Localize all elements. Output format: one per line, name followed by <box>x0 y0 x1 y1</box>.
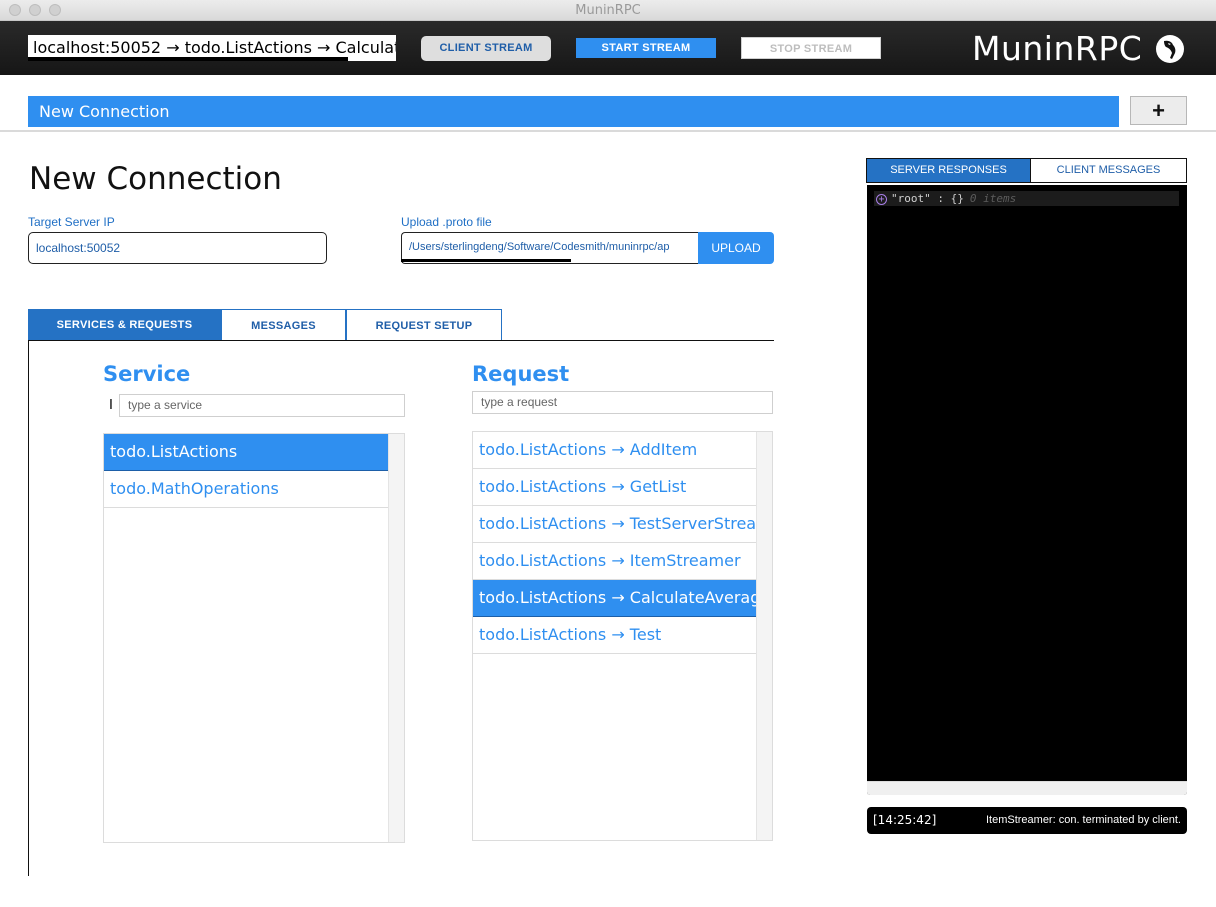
target-server-label: Target Server IP <box>28 215 115 229</box>
service-heading: Service <box>103 362 191 386</box>
service-item-list-actions[interactable]: todo.ListActions <box>104 434 389 471</box>
text-cursor-icon: Ι <box>108 396 114 413</box>
page-title: New Connection <box>29 161 282 197</box>
window-title: MuninRPC <box>575 3 641 18</box>
app-window: MuninRPC localhost:50052 → todo.ListActi… <box>0 0 1216 907</box>
tab-underline <box>28 340 774 341</box>
tab-request-setup[interactable]: REQUEST SETUP <box>346 309 502 341</box>
request-search-input[interactable]: type a request <box>472 391 773 414</box>
header-bar: localhost:50052 → todo.ListActions → Cal… <box>0 21 1216 75</box>
plus-circle-icon[interactable]: + <box>876 193 887 205</box>
tab-server-responses[interactable]: SERVER RESPONSES <box>866 158 1031 183</box>
tab-messages[interactable]: MESSAGES <box>221 309 346 341</box>
service-item-math-operations[interactable]: todo.MathOperations <box>104 471 389 508</box>
request-item-additem[interactable]: todo.ListActions → AddItem <box>473 432 758 469</box>
proto-path-underline <box>401 259 571 262</box>
status-timestamp: [14:25:42] <box>873 813 937 827</box>
panel-left-border <box>28 341 29 876</box>
route-underline <box>28 57 348 61</box>
stop-stream-button[interactable]: STOP STREAM <box>741 37 881 59</box>
request-item-getlist[interactable]: todo.ListActions → GetList <box>473 469 758 506</box>
response-console: + "root" : {} 0 items <box>867 185 1187 795</box>
divider <box>0 130 1216 132</box>
console-scrollbar[interactable] <box>867 781 1187 795</box>
service-search-input[interactable]: type a service <box>119 394 405 417</box>
title-bar: MuninRPC <box>0 0 1216 21</box>
service-list-scrollbar[interactable] <box>388 434 404 842</box>
request-list: todo.ListActions → AddItem todo.ListActi… <box>472 431 773 841</box>
json-item-count: 0 items <box>969 192 1017 205</box>
brand-title: MuninRPC <box>972 29 1143 68</box>
json-root-key: "root" <box>891 192 931 205</box>
tab-client-messages[interactable]: CLIENT MESSAGES <box>1030 158 1187 183</box>
add-connection-button[interactable]: + <box>1130 96 1187 125</box>
tab-services-requests[interactable]: SERVICES & REQUESTS <box>28 309 221 341</box>
status-message: ItemStreamer: con. terminated by client. <box>985 814 1181 826</box>
status-bar: [14:25:42] ItemStreamer: con. terminated… <box>867 807 1187 834</box>
service-list: todo.ListActions todo.MathOperations <box>103 433 405 843</box>
upload-button[interactable]: UPLOAD <box>698 232 774 264</box>
request-heading: Request <box>472 362 570 386</box>
connection-tab[interactable]: New Connection <box>28 96 1119 127</box>
request-list-scrollbar[interactable] <box>756 432 772 840</box>
request-item-test[interactable]: todo.ListActions → Test <box>473 617 758 654</box>
json-separator: : <box>930 192 951 205</box>
target-server-input[interactable]: localhost:50052 <box>28 232 327 264</box>
request-item-calculateaverage[interactable]: todo.ListActions → CalculateAverage <box>473 580 758 617</box>
start-stream-button[interactable]: START STREAM <box>576 38 716 58</box>
request-item-itemstreamer[interactable]: todo.ListActions → ItemStreamer <box>473 543 758 580</box>
raven-logo-icon <box>1156 35 1184 63</box>
json-root-row[interactable]: + "root" : {} 0 items <box>874 191 1179 206</box>
upload-proto-label: Upload .proto file <box>401 215 492 229</box>
client-stream-button[interactable]: CLIENT STREAM <box>421 36 551 61</box>
request-item-testserverstream[interactable]: todo.ListActions → TestServerStream <box>473 506 758 543</box>
json-braces: {} <box>950 192 964 205</box>
